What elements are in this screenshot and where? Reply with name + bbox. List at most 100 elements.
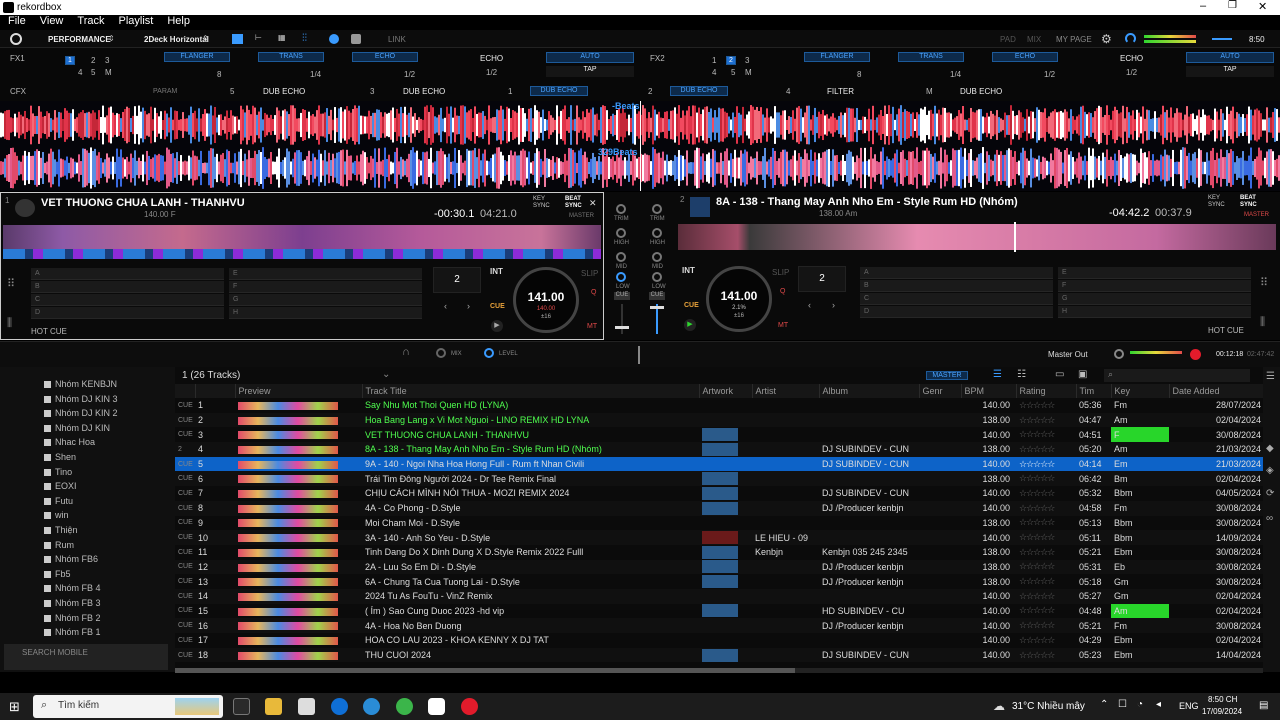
fx1-main-effect[interactable]: ECHO: [480, 54, 503, 63]
preview-waveform[interactable]: [238, 446, 338, 455]
fx2-num-5[interactable]: 5: [731, 68, 735, 77]
ch2-high-knob[interactable]: [652, 228, 662, 238]
preview-waveform[interactable]: [238, 460, 338, 469]
hotcue-a[interactable]: A: [31, 268, 224, 280]
cfx-slot-4[interactable]: DUB ECHO: [670, 86, 728, 96]
preview-waveform[interactable]: [238, 592, 338, 601]
grid-icon[interactable]: ▦: [278, 33, 286, 42]
tracklist-sort-icon[interactable]: ⌄: [382, 369, 390, 380]
deck1-loop-length[interactable]: 2: [433, 267, 481, 293]
list-view-icon[interactable]: ☰: [993, 369, 1002, 380]
col-key[interactable]: Key: [1111, 384, 1170, 398]
col-album[interactable]: Album: [819, 384, 920, 398]
tray-chevron-icon[interactable]: ⌃: [1100, 699, 1108, 710]
ch2-fader-handle[interactable]: [650, 306, 664, 309]
close-icon[interactable]: ✕: [1258, 0, 1267, 13]
fx2-auto-button[interactable]: AUTO: [1186, 52, 1274, 63]
hotcue-c[interactable]: C: [31, 294, 224, 306]
gear-icon[interactable]: ⚙: [1101, 32, 1112, 46]
menu-help[interactable]: Help: [167, 15, 190, 27]
deck1-cue-button[interactable]: CUE: [490, 303, 505, 310]
table-row[interactable]: CUE 11 Tinh Dang Do X Dinh Dung X D.Style …: [175, 545, 1263, 560]
preview-waveform[interactable]: [238, 401, 338, 410]
preview-waveform[interactable]: [238, 431, 338, 440]
sync-icon[interactable]: ⟳: [1266, 488, 1274, 499]
table-row[interactable]: CUE 3 VET THUONG CHUA LANH - THANHVU 140.00…: [175, 427, 1263, 443]
speaker-icon[interactable]: ◂: [1156, 699, 1161, 710]
my-page-button[interactable]: MY PAGE: [1056, 35, 1092, 44]
taskbar-time[interactable]: 8:50 CH: [1208, 695, 1237, 704]
minimize-icon[interactable]: –: [1200, 0, 1206, 12]
master-filter-button[interactable]: MASTER: [926, 371, 968, 380]
fx2-num-1[interactable]: 1: [712, 56, 716, 65]
deck2-play-icon[interactable]: ▶: [684, 319, 696, 331]
deck2-slip-button[interactable]: SLIP: [772, 268, 789, 277]
sidebar-playlist-item[interactable]: Nhóm FB6: [0, 552, 175, 567]
file-explorer-icon[interactable]: [265, 698, 282, 715]
sidebar-playlist-item[interactable]: Futu: [0, 494, 175, 509]
menu-view[interactable]: View: [40, 15, 64, 27]
hotcue-h[interactable]: H: [229, 307, 422, 319]
table-row[interactable]: CUE 5 9A - 140 - Ngoi Nha Hoa Hong Full - …: [175, 456, 1263, 472]
deck2-hotcue-g[interactable]: G: [1058, 293, 1251, 305]
deck2-cue-button[interactable]: CUE: [684, 302, 699, 309]
ch2-cue-button[interactable]: CUE: [649, 292, 665, 300]
deck2-hotcue-a[interactable]: A: [860, 267, 1053, 279]
col-sort[interactable]: [195, 384, 236, 398]
fx1-auto-button[interactable]: AUTO: [546, 52, 634, 63]
deck2-loop-double-icon[interactable]: ›: [832, 300, 835, 310]
deck1-master-tempo[interactable]: MT: [587, 323, 597, 330]
headphone-mix-icon[interactable]: ∩: [402, 346, 410, 358]
tab-mix[interactable]: MIX: [1027, 35, 1041, 44]
taskbar-search[interactable]: ⌕ Tìm kiếm: [33, 695, 223, 718]
table-row[interactable]: 2 4 8A - 138 - Thang May Anh Nho Em - Styl…: [175, 442, 1263, 457]
deck2-hotcue-c[interactable]: C: [860, 293, 1053, 305]
preview-waveform[interactable]: [238, 504, 338, 513]
cfx-slot-3[interactable]: DUB ECHO: [530, 86, 588, 96]
col-rating[interactable]: Rating: [1016, 384, 1077, 398]
cfx-slot-5[interactable]: FILTER: [827, 87, 854, 96]
deck2-hotcue-label[interactable]: HOT CUE: [1208, 326, 1244, 335]
deck2-hotcue-e[interactable]: E: [1058, 267, 1251, 279]
sidebar-playlist-item[interactable]: EOXI: [0, 479, 175, 494]
sidebar-playlist-item[interactable]: Tino: [0, 465, 175, 480]
fx1-tap-button[interactable]: TAP: [546, 66, 634, 77]
deck2-hotcue-b[interactable]: B: [860, 280, 1053, 292]
fx1-effect-3[interactable]: ECHO: [352, 52, 418, 62]
deck2-hotcue-h[interactable]: H: [1058, 306, 1251, 318]
preview-waveform[interactable]: [238, 490, 338, 499]
maximize-icon[interactable]: ❐: [1228, 0, 1237, 11]
fx-panel-icon[interactable]: [232, 34, 243, 44]
deck1-quantize-icon[interactable]: Q: [591, 289, 596, 296]
rekordbox-taskbar-icon[interactable]: [428, 698, 445, 715]
task-view-icon[interactable]: [233, 698, 250, 715]
cfx-slot-2[interactable]: DUB ECHO: [403, 87, 445, 96]
preview-waveform[interactable]: [238, 548, 338, 557]
search-mobile-button[interactable]: SEARCH MOBILE: [4, 644, 168, 670]
preview-waveform[interactable]: [238, 416, 338, 425]
deck2-loop-length[interactable]: 2: [798, 266, 846, 292]
tag-icon[interactable]: ◆: [1266, 443, 1274, 454]
deck2-hotcue-d[interactable]: D: [860, 306, 1053, 318]
deck1-eject-icon[interactable]: ✕: [589, 198, 597, 209]
wifi-icon[interactable]: ◔: [1137, 699, 1143, 710]
menu-track[interactable]: Track: [77, 15, 104, 27]
table-row[interactable]: CUE 15( Ím ) Sao Cung Duoc 2023 -hd vip HD…: [175, 603, 1263, 619]
fx1-effect-1[interactable]: FLANGER: [164, 52, 230, 62]
cfx-slot-1[interactable]: DUB ECHO: [263, 87, 305, 96]
cfx-slot-6[interactable]: DUB ECHO: [960, 87, 1002, 96]
enlarged-waveform[interactable]: -Beats 329Beats: [0, 101, 1280, 191]
fx1-num-5[interactable]: 5: [91, 68, 95, 77]
deck1-slip-button[interactable]: SLIP: [581, 269, 598, 278]
ch1-cue-button[interactable]: CUE: [614, 292, 630, 300]
table-row[interactable]: CUE 13 6A - Chung Ta Cua Tuong Lai - D.Sty…: [175, 574, 1263, 589]
menu-playlist[interactable]: Playlist: [118, 15, 153, 27]
fx2-effect-3[interactable]: ECHO: [992, 52, 1058, 62]
deck1-loop-halve-icon[interactable]: ‹: [444, 301, 447, 311]
hotcue-e[interactable]: E: [229, 268, 422, 280]
table-row[interactable]: CUE 2 Hoa Bang Lang x Vi Mot Nguoi - LINO …: [175, 412, 1263, 428]
sidebar-playlist-item[interactable]: Nhóm FB 3: [0, 596, 175, 611]
col-artist[interactable]: Artist: [752, 384, 820, 398]
col-artwork[interactable]: Artwork: [699, 384, 753, 398]
deck1-int-button[interactable]: INT: [490, 267, 503, 276]
